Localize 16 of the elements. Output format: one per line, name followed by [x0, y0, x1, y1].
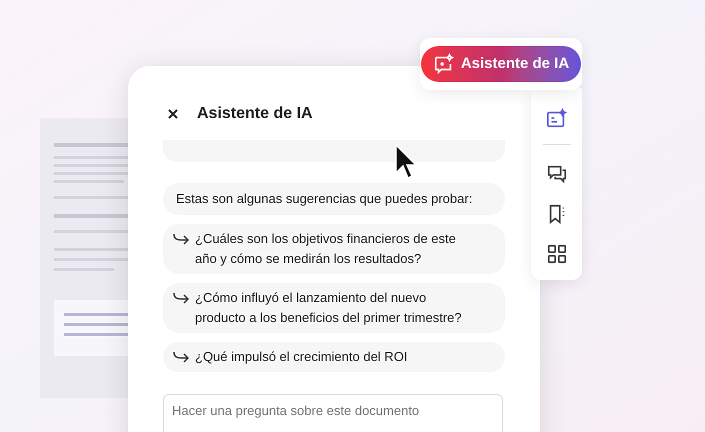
- reply-arrow-icon: [173, 351, 189, 363]
- reply-arrow-icon: [173, 292, 189, 304]
- suggestion-button[interactable]: ¿Qué impulsó el crecimiento del ROI: [163, 342, 505, 372]
- intro-message: Estas son algunas sugerencias que puedes probar:: [163, 183, 505, 215]
- suggestion-button[interactable]: ¿Cómo influyó el lanzamiento del nuevo producto a los beneficios del primer trimestre?: [163, 283, 505, 333]
- close-icon: [168, 109, 178, 119]
- cursor-icon: [395, 144, 417, 180]
- comments-icon[interactable]: [546, 163, 568, 185]
- question-field[interactable]: Hacer una pregunta sobre este documento: [163, 394, 503, 432]
- panel-title: Asistente de IA: [197, 104, 313, 124]
- grid-icon[interactable]: [546, 243, 568, 265]
- suggestion-button[interactable]: ¿Cuáles son los objetivos financieros de este año y cómo se medirán los resultados?: [163, 224, 505, 274]
- reply-arrow-icon: [173, 233, 189, 245]
- ai-chat-icon: [432, 53, 455, 75]
- assistant-button[interactable]: Asistente de IA: [420, 46, 582, 82]
- ai-sparkle-icon[interactable]: [546, 108, 568, 130]
